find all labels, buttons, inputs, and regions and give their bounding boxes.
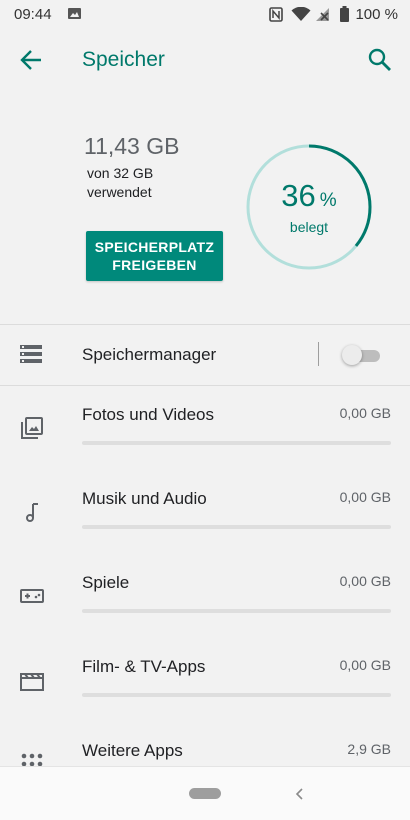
photo-library-icon (21, 417, 43, 439)
usage-percent-sign: % (319, 190, 337, 211)
storage-manager-label: Speichermanager (82, 345, 217, 364)
nfc-icon (269, 6, 284, 22)
category-row-games[interactable]: Spiele 0,00 GB (0, 554, 410, 638)
used-amount: 11,43 GB (84, 133, 180, 159)
category-label: Weitere Apps (82, 741, 183, 760)
search-icon[interactable] (366, 46, 394, 74)
usage-percent-value: 36 (281, 178, 316, 213)
category-usage-bar (82, 525, 391, 529)
status-icons: 100 % (269, 5, 398, 23)
category-label: Spiele (82, 573, 130, 592)
category-label: Film- & TV-Apps (82, 657, 206, 676)
signal-icon (316, 7, 330, 21)
category-label: Fotos und Videos (82, 405, 214, 424)
category-row-music[interactable]: Musik und Audio 0,00 GB (0, 470, 410, 554)
category-size: 0,00 GB (339, 405, 391, 421)
app-bar: Speicher (0, 28, 410, 92)
category-label: Musik und Audio (82, 489, 207, 508)
storage-manager-row[interactable]: Speichermanager (0, 325, 410, 385)
total-capacity: von 32 GB (87, 165, 154, 181)
gamepad-icon (20, 589, 44, 603)
arrow-back-icon[interactable] (18, 46, 46, 74)
wifi-icon (291, 6, 311, 21)
navigation-bar (0, 766, 410, 820)
category-size: 0,00 GB (339, 573, 391, 589)
category-usage-bar (82, 609, 391, 613)
image-icon (68, 8, 81, 19)
page-title: Speicher (82, 48, 165, 71)
battery-percent: 100 % (355, 5, 398, 23)
storage-list-icon (20, 345, 42, 363)
category-size: 2,9 GB (347, 741, 391, 757)
used-label: verwendet (87, 184, 152, 200)
vertical-separator (318, 342, 319, 366)
usage-ring-label: belegt (289, 219, 329, 235)
battery-icon (340, 6, 350, 22)
category-row-photos[interactable]: Fotos und Videos 0,00 GB (0, 386, 410, 470)
category-usage-bar (82, 441, 391, 445)
toggle-thumb (342, 345, 362, 365)
usage-percent: 36% (246, 178, 372, 214)
movie-icon (20, 673, 44, 691)
nav-back-icon[interactable] (292, 786, 306, 802)
storage-manager-toggle[interactable] (342, 344, 380, 366)
free-up-space-button[interactable]: SPEICHERPLATZ FREIGEBEN (86, 231, 223, 281)
music-note-icon (26, 503, 38, 522)
category-row-movies[interactable]: Film- & TV-Apps 0,00 GB (0, 638, 410, 722)
home-pill[interactable] (189, 788, 221, 799)
category-size: 0,00 GB (339, 657, 391, 673)
category-usage-bar (82, 693, 391, 697)
category-size: 0,00 GB (339, 489, 391, 505)
status-bar: 09:44 100 % (0, 0, 410, 28)
status-time: 09:44 (14, 6, 52, 23)
